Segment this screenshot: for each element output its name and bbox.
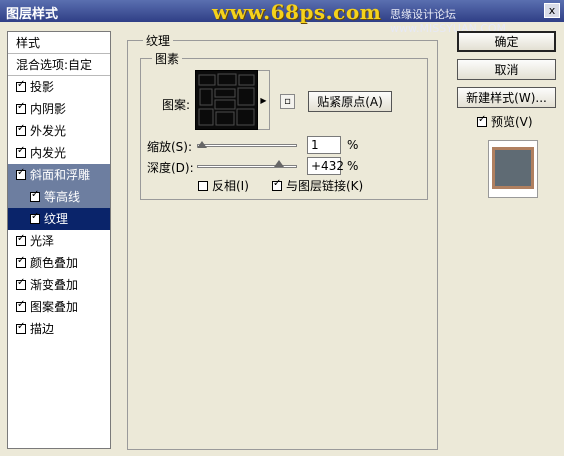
check-icon: ✓ bbox=[17, 79, 26, 90]
invert-option[interactable]: 反相(I) bbox=[198, 177, 249, 194]
check-icon: ✓ bbox=[31, 211, 40, 222]
snap-to-origin-button[interactable]: 贴紧原点(A) bbox=[308, 91, 392, 112]
scale-unit: % bbox=[347, 138, 359, 152]
title-bar: 图层样式 www.68ps.com 思缘设计论坛 www.MISSYUAN.CO… bbox=[0, 0, 564, 35]
pattern-picker-arrow[interactable]: ▶ bbox=[258, 70, 270, 130]
depth-input[interactable]: +432 bbox=[307, 157, 344, 175]
depth-label: 深度(D): bbox=[147, 161, 194, 175]
sidebar-item-drop-shadow[interactable]: ✓ 投影 bbox=[8, 76, 110, 98]
ok-button[interactable]: 确定 bbox=[457, 31, 556, 52]
preview-checkbox[interactable]: ✓ bbox=[477, 114, 487, 127]
sidebar-item-label: 样式 bbox=[16, 36, 41, 50]
sidebar-item-styles[interactable]: 样式 bbox=[8, 32, 110, 54]
sidebar-item-label: 内阴影 bbox=[30, 102, 67, 116]
sidebar-item-texture[interactable]: ✓ 纹理 bbox=[8, 208, 110, 230]
sidebar-item-satin[interactable]: ✓ 光泽 bbox=[8, 230, 110, 252]
close-button[interactable]: x bbox=[544, 3, 560, 18]
link-checkbox[interactable]: ✓ bbox=[272, 178, 282, 191]
checkbox[interactable]: ✓ bbox=[16, 145, 26, 158]
checkbox[interactable]: ✓ bbox=[16, 277, 26, 290]
check-icon: ✓ bbox=[17, 145, 26, 156]
scale-slider[interactable] bbox=[197, 144, 297, 147]
checkbox[interactable]: ✓ bbox=[16, 79, 26, 92]
new-preset-button[interactable]: ▫ bbox=[280, 94, 295, 109]
checkbox[interactable]: ✓ bbox=[30, 211, 40, 224]
sidebar-item-stroke[interactable]: ✓ 描边 bbox=[8, 318, 110, 340]
sidebar-item-label: 颜色叠加 bbox=[30, 256, 79, 270]
pattern-swatch[interactable] bbox=[195, 70, 258, 130]
check-icon: ✓ bbox=[17, 123, 26, 134]
sidebar-item-label: 纹理 bbox=[44, 212, 69, 226]
check-icon: ✓ bbox=[17, 167, 26, 178]
sidebar-item-label: 内发光 bbox=[30, 146, 67, 160]
sidebar-item-inner-glow[interactable]: ✓ 内发光 bbox=[8, 142, 110, 164]
sidebar-item-label: 外发光 bbox=[30, 124, 67, 138]
pattern-label: 图案: bbox=[162, 98, 191, 112]
checkbox[interactable]: ✓ bbox=[16, 299, 26, 312]
check-icon: ✓ bbox=[17, 277, 26, 288]
checkbox[interactable]: ✓ bbox=[30, 189, 40, 202]
preview-label: 预览(V) bbox=[491, 115, 533, 129]
sidebar-item-label: 等高线 bbox=[44, 190, 81, 204]
check-icon: ✓ bbox=[273, 178, 282, 189]
pattern-group-title: 图素 bbox=[152, 50, 183, 67]
check-icon: ✓ bbox=[17, 321, 26, 332]
sidebar-item-inner-shadow[interactable]: ✓ 内阴影 bbox=[8, 98, 110, 120]
new-style-button[interactable]: 新建样式(W)... bbox=[457, 87, 556, 108]
sidebar-item-label: 图案叠加 bbox=[30, 300, 79, 314]
sidebar-item-label: 投影 bbox=[30, 80, 55, 94]
sidebar-item-contour[interactable]: ✓ 等高线 bbox=[8, 186, 110, 208]
scale-label: 缩放(S): bbox=[147, 140, 193, 154]
styles-list: 样式 混合选项:自定 ✓ 投影 ✓ 内阴影 ✓ 外发光 ✓ 内发光 ✓ 斜面和浮雕 ✓ 等高… bbox=[7, 31, 111, 449]
sidebar-item-label: 渐变叠加 bbox=[30, 278, 79, 292]
window-title: 图层样式 bbox=[6, 7, 59, 22]
check-icon: ✓ bbox=[17, 101, 26, 112]
depth-slider-thumb[interactable] bbox=[274, 160, 285, 167]
sidebar-item-color-overlay[interactable]: ✓ 颜色叠加 bbox=[8, 252, 110, 274]
sidebar-item-label: 斜面和浮雕 bbox=[30, 168, 91, 182]
check-icon: ✓ bbox=[17, 299, 26, 310]
sidebar-item-pattern-overlay[interactable]: ✓ 图案叠加 bbox=[8, 296, 110, 318]
sidebar-item-bevel-emboss[interactable]: ✓ 斜面和浮雕 bbox=[8, 164, 110, 186]
preview-option[interactable]: ✓ 预览(V) bbox=[477, 113, 533, 130]
sidebar-item-label: 混合选项:自定 bbox=[16, 58, 93, 72]
scale-slider-thumb[interactable] bbox=[197, 141, 207, 148]
checkbox[interactable]: ✓ bbox=[16, 123, 26, 136]
sidebar-item-outer-glow[interactable]: ✓ 外发光 bbox=[8, 120, 110, 142]
sidebar-item-gradient-overlay[interactable]: ✓ 渐变叠加 bbox=[8, 274, 110, 296]
scale-input[interactable]: 1 bbox=[307, 136, 341, 154]
site-watermark: www.68ps.com bbox=[212, 0, 382, 24]
invert-label: 反相(I) bbox=[212, 179, 249, 193]
texture-group-title: 纹理 bbox=[143, 32, 174, 49]
link-option[interactable]: ✓ 与图层链接(K) bbox=[272, 177, 363, 194]
invert-checkbox[interactable] bbox=[198, 181, 208, 191]
depth-unit: % bbox=[347, 159, 359, 173]
check-icon: ✓ bbox=[17, 233, 26, 244]
checkbox[interactable]: ✓ bbox=[16, 321, 26, 334]
style-preview bbox=[488, 140, 538, 198]
check-icon: ✓ bbox=[31, 189, 40, 200]
check-icon: ✓ bbox=[17, 255, 26, 266]
checkbox[interactable]: ✓ bbox=[16, 233, 26, 246]
new-preset-icon: ▫ bbox=[284, 96, 291, 107]
checkbox[interactable]: ✓ bbox=[16, 255, 26, 268]
check-icon: ✓ bbox=[478, 114, 487, 125]
sidebar-item-label: 描边 bbox=[30, 322, 55, 336]
checkbox[interactable]: ✓ bbox=[16, 167, 26, 180]
checkbox[interactable]: ✓ bbox=[16, 101, 26, 114]
cancel-button[interactable]: 取消 bbox=[457, 59, 556, 80]
preview-thumbnail bbox=[492, 147, 534, 189]
sidebar-item-blending-options[interactable]: 混合选项:自定 bbox=[8, 54, 110, 76]
link-label: 与图层链接(K) bbox=[286, 179, 364, 193]
sidebar-item-label: 光泽 bbox=[30, 234, 55, 248]
stone-tile-pattern-icon bbox=[196, 71, 257, 129]
chevron-right-icon: ▶ bbox=[260, 96, 267, 105]
